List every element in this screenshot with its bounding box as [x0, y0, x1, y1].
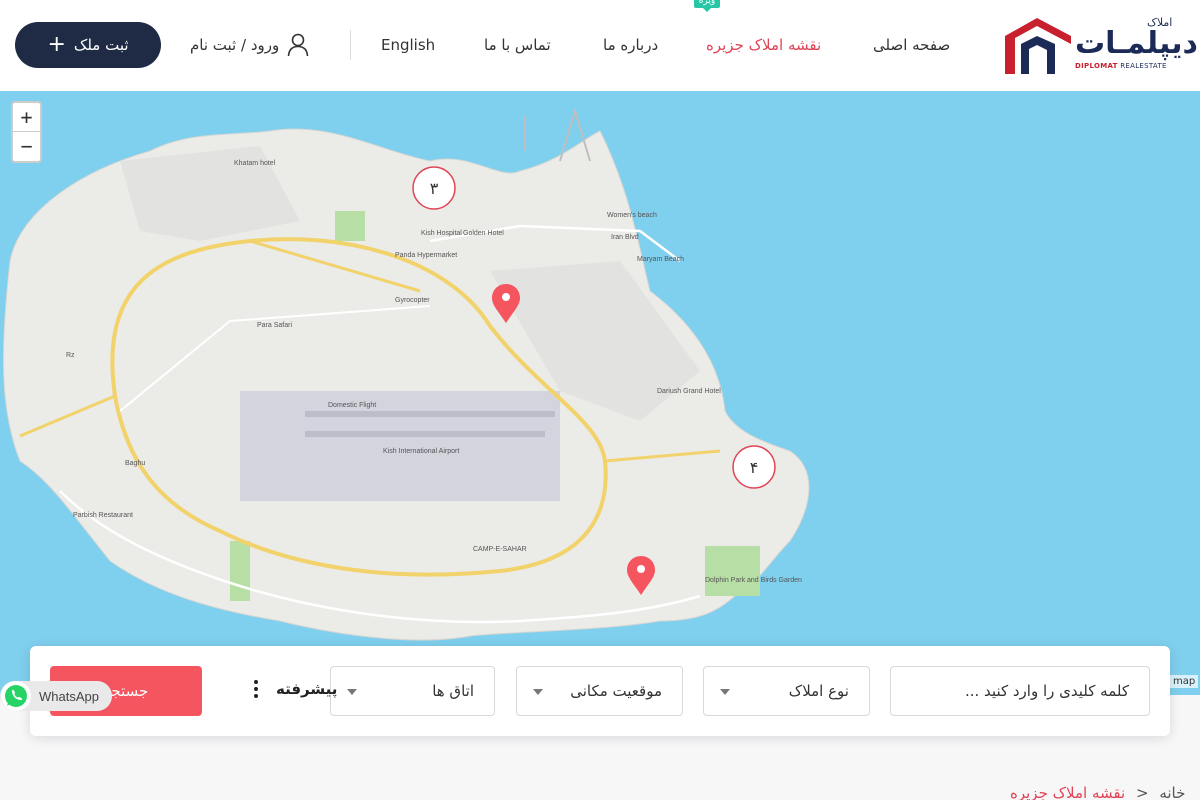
map-label-parbish: Parbish Restaurant — [73, 512, 133, 519]
chevron-down-icon — [347, 689, 357, 695]
whatsapp-label: WhatsApp — [39, 688, 99, 704]
map-label-baghu: Baghu — [125, 460, 145, 467]
svg-text:۳: ۳ — [430, 179, 439, 198]
location-value: موقعیت مکانی — [570, 682, 662, 700]
site-logo[interactable]: املاک دیپلمـات DIPLOMAT REALESTATE — [1003, 14, 1198, 78]
advanced-search-toggle[interactable]: پیشرفته — [254, 680, 337, 698]
advanced-label: پیشرفته — [276, 680, 338, 698]
rooms-value: اتاق ها — [432, 682, 474, 700]
breadcrumb-current: نقشه املاک جزیره — [1010, 784, 1126, 800]
map-attribution[interactable]: map — [1170, 675, 1199, 688]
property-type-value: نوع املاک — [788, 682, 849, 700]
map-label-iran-blvd: Iran Blvd — [611, 234, 639, 241]
plus-icon: + — [47, 32, 66, 57]
map-label-para-safari: Para Safari — [257, 322, 292, 329]
cluster-marker-4[interactable]: ۴ — [732, 445, 776, 489]
nav-home[interactable]: صفحه اصلی — [873, 36, 950, 54]
more-vertical-icon — [254, 680, 258, 698]
island-land — [2, 128, 810, 641]
user-icon — [287, 33, 309, 57]
logo-english: DIPLOMAT REALESTATE — [1075, 62, 1167, 70]
map-label-camp: CAMP-E-SAHAR — [473, 546, 527, 553]
property-type-select[interactable]: نوع املاک — [703, 666, 870, 716]
logo-house-icon — [1005, 18, 1071, 74]
nav-featured-badge: ویژه — [694, 0, 720, 12]
login-link[interactable]: ورود / ثبت نام — [190, 30, 309, 60]
cluster-marker-3[interactable]: ۳ — [412, 166, 456, 210]
chevron-down-icon — [720, 689, 730, 695]
map-label-rz: Rz — [66, 352, 75, 359]
logo-text: دیپلمـات — [1075, 26, 1198, 61]
zoom-out-button[interactable]: − — [13, 132, 40, 161]
nav-contact[interactable]: تماس با ما — [484, 36, 551, 54]
add-property-label: ثبت ملک — [73, 36, 129, 54]
rooms-select[interactable]: اتاق ها — [330, 666, 495, 716]
map-label-domestic: Domestic Flight — [328, 402, 376, 409]
chevron-down-icon — [533, 689, 543, 695]
location-select[interactable]: موقعیت مکانی — [516, 666, 683, 716]
whatsapp-icon — [1, 681, 31, 711]
map-label-airport: Kish International Airport — [383, 448, 459, 455]
map-label-golden: Golden Hotel — [463, 230, 504, 237]
zoom-in-button[interactable]: + — [13, 103, 40, 132]
svg-text:۴: ۴ — [750, 458, 759, 477]
nav-language[interactable]: English — [381, 36, 435, 54]
map-label-gyrocopter: Gyrocopter — [395, 297, 430, 304]
nav-island-map[interactable]: نقشه املاک جزیره — [706, 36, 821, 54]
map-label-hospital: Kish Hospital — [421, 230, 462, 237]
breadcrumb-separator: < — [1135, 784, 1149, 800]
island-map[interactable]: Kish International Airport Domestic Flig… — [0, 91, 1200, 695]
map-label-dolphin: Dolphin Park and Birds Garden — [705, 577, 802, 584]
keyword-input[interactable] — [890, 666, 1150, 716]
map-canvas[interactable]: Kish International Airport Domestic Flig… — [0, 91, 1200, 695]
whatsapp-button[interactable]: WhatsApp — [0, 681, 112, 711]
map-label-khatam: Khatam hotel — [234, 160, 276, 167]
login-label: ورود / ثبت نام — [190, 36, 280, 54]
map-label-womens-beach: Women's beach — [607, 212, 657, 219]
add-property-button[interactable]: ثبت ملک + — [15, 22, 161, 68]
map-label-panda: Panda Hypermarket — [395, 252, 457, 259]
map-label-dariush: Dariush Grand Hotel — [657, 388, 721, 395]
breadcrumb: خانه < نقشه املاک جزیره — [1010, 784, 1185, 800]
nav-divider — [350, 30, 351, 60]
map-label-maryam: Maryam Beach — [637, 256, 684, 263]
nav-about[interactable]: درباره ما — [603, 36, 658, 54]
site-header: املاک دیپلمـات DIPLOMAT REALESTATE صفحه … — [0, 0, 1200, 91]
search-panel: نوع املاک موقعیت مکانی اتاق ها پیشرفته ج… — [30, 646, 1170, 736]
breadcrumb-home[interactable]: خانه — [1159, 784, 1185, 800]
map-zoom-control: + − — [11, 101, 42, 163]
